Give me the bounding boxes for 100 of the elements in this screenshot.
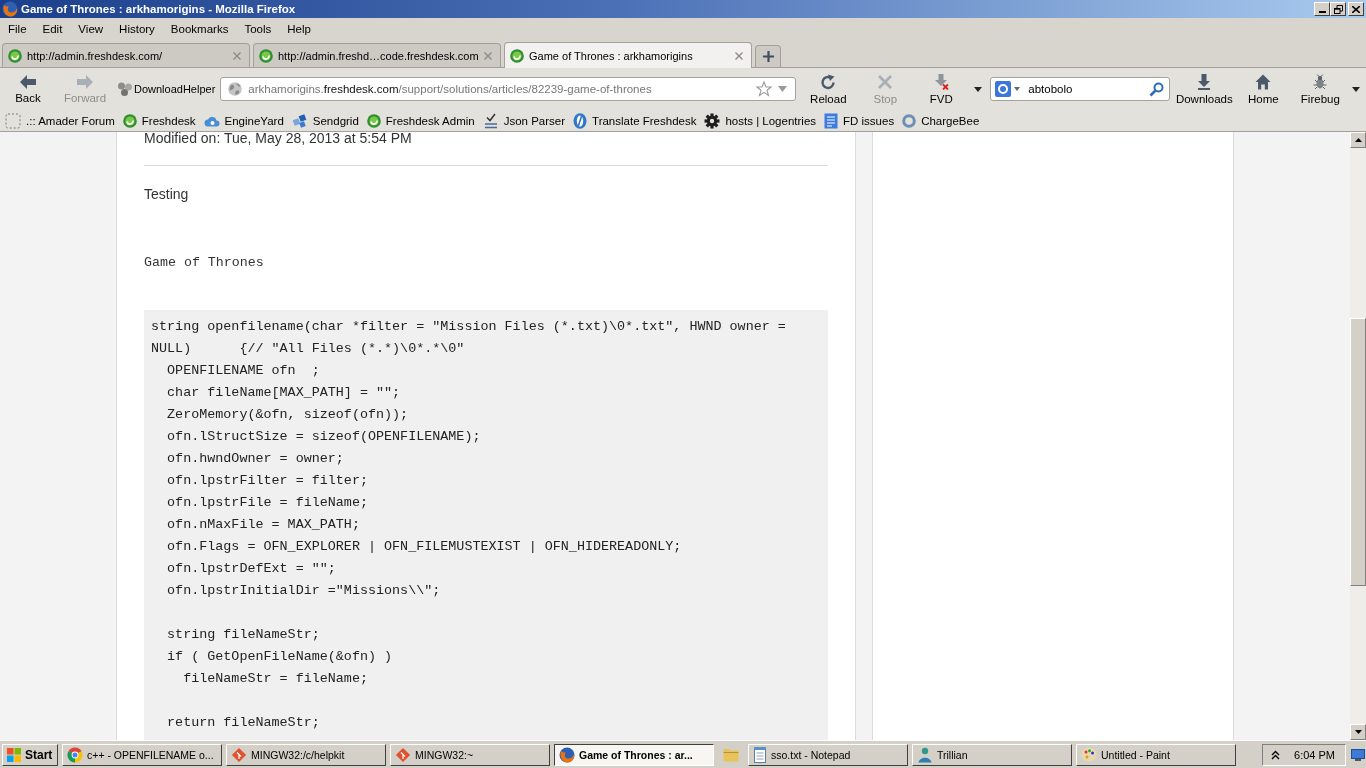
code-line: ofn.lpstrInitialDir ="Missions\\"; bbox=[166, 582, 441, 600]
caret-icon[interactable] bbox=[1014, 87, 1021, 91]
toolbar-button[interactable]: FVD bbox=[921, 71, 962, 107]
dashed-square-icon bbox=[5, 112, 21, 129]
code-line: ofn.hwndOwner = owner; bbox=[166, 450, 344, 468]
code-line: ofn.lpstrFilter = filter; bbox=[166, 472, 368, 490]
search-text[interactable]: abtobolo bbox=[1028, 83, 1073, 95]
bookmark-item[interactable]: Translate Freshdesk bbox=[573, 112, 697, 129]
url-text[interactable]: arkhamorigins.freshdesk.com/support/solutions/articles/82239-game-of-thrones bbox=[248, 83, 652, 95]
code-line: ofn.lpstrFile = fileName; bbox=[166, 494, 368, 512]
plus-icon bbox=[762, 51, 774, 62]
arrow-down-icon bbox=[1354, 730, 1362, 734]
menu-item[interactable]: Bookmarks bbox=[162, 21, 237, 37]
bookmark-item[interactable]: .:: Amader Forum bbox=[5, 112, 115, 129]
taskbar-button[interactable]: c++ - OPENFILENAME o... bbox=[62, 743, 222, 766]
close-icon[interactable] bbox=[735, 51, 743, 60]
code-line: if ( GetOpenFileName(&ofn) ) bbox=[166, 648, 393, 666]
toolbar-button[interactable]: DownloadHelper bbox=[117, 78, 216, 100]
swirl-icon bbox=[366, 113, 381, 128]
cloud-icon bbox=[203, 114, 220, 127]
x-icon bbox=[877, 73, 894, 90]
search-engine-icon[interactable] bbox=[995, 81, 1012, 97]
taskbar-button[interactable]: sso.txt - Notepad bbox=[748, 743, 908, 766]
segmented-circle-icon bbox=[67, 746, 83, 763]
globe-icon bbox=[228, 82, 243, 96]
bookmark-item[interactable]: Freshdesk Admin bbox=[366, 113, 475, 128]
oval-icon bbox=[573, 112, 588, 129]
window-title: Game of Thrones : arkhamorigins - Mozilla Firefox bbox=[21, 3, 296, 15]
minimize-icon bbox=[1318, 11, 1326, 13]
taskbar-button[interactable]: Trillian bbox=[912, 743, 1072, 766]
swirl-icon bbox=[122, 113, 137, 128]
clock: 6:04 PM bbox=[1294, 748, 1335, 761]
address-bar[interactable]: arkhamorigins.freshdesk.com/support/solutions/articles/82239-game-of-thrones bbox=[220, 77, 797, 101]
toolbar-button[interactable]: Reload bbox=[808, 71, 849, 107]
scrollbar-thumb[interactable] bbox=[1350, 318, 1366, 586]
bookmark-item[interactable]: EngineYard bbox=[203, 114, 284, 127]
code-line: string openfilename(char *filter = "Mission Files (*.txt)\0*.txt", HWND owner = bbox=[151, 318, 786, 336]
scroll-up-button[interactable] bbox=[1350, 132, 1366, 148]
bookmark-item[interactable]: Sendgrid bbox=[291, 112, 359, 129]
swirl-globe-icon bbox=[2, 1, 18, 17]
restore-icon bbox=[1333, 4, 1343, 14]
code-line: ofn.lpstrDefExt = ""; bbox=[166, 560, 336, 578]
taskbar-button[interactable]: Game of Thrones : ar... bbox=[554, 743, 714, 766]
start-button[interactable]: Start bbox=[2, 743, 58, 766]
code-line: string fileNameStr; bbox=[166, 626, 320, 644]
bookmark-item[interactable]: FD issues bbox=[824, 112, 895, 129]
caret-icon[interactable] bbox=[778, 86, 788, 92]
scroll-down-button[interactable] bbox=[1350, 724, 1366, 740]
balls-icon bbox=[117, 81, 133, 97]
menu-item[interactable]: History bbox=[111, 21, 163, 37]
menu-item[interactable]: Tools bbox=[236, 21, 280, 37]
palette-icon bbox=[1081, 747, 1097, 762]
code-line: OPENFILENAME ofn ; bbox=[166, 362, 320, 380]
caret-icon bbox=[1352, 86, 1361, 92]
swirl-icon bbox=[259, 48, 273, 63]
flag-icon bbox=[6, 746, 22, 763]
code-line: NULL) {// "All Files (*.*)\0*.*\0" bbox=[151, 340, 465, 358]
toolbar-button[interactable]: Back bbox=[8, 71, 48, 107]
close-button[interactable] bbox=[1348, 2, 1364, 16]
minimize-button[interactable] bbox=[1314, 2, 1330, 16]
download-error-icon bbox=[933, 73, 950, 90]
taskbar-button[interactable]: MINGW32:~ bbox=[390, 743, 550, 766]
reload-icon bbox=[820, 73, 837, 90]
arrow-down-icon bbox=[1196, 73, 1213, 90]
code-line: char fileName[MAX_PATH] = ""; bbox=[166, 384, 401, 402]
house-icon bbox=[1255, 73, 1272, 90]
ring-icon bbox=[902, 113, 917, 128]
browser-tab[interactable]: http://admin.freshdesk.com/ bbox=[2, 43, 250, 67]
chevron-up-icon[interactable] bbox=[1271, 749, 1281, 760]
toolbar-button[interactable]: Firebug bbox=[1298, 71, 1343, 107]
caret-icon bbox=[974, 86, 983, 92]
star-icon[interactable] bbox=[756, 81, 773, 97]
search-icon[interactable] bbox=[1149, 81, 1165, 97]
swirl-icon bbox=[510, 48, 524, 63]
taskbar-button[interactable]: MINGW32:/c/helpkit bbox=[226, 743, 386, 766]
menu-item[interactable]: View bbox=[70, 21, 112, 37]
bookmark-item[interactable]: Json Parser bbox=[482, 112, 566, 129]
code-line: ZeroMemory(&ofn, sizeof(ofn)); bbox=[166, 406, 409, 424]
document-icon bbox=[824, 112, 839, 129]
search-bar[interactable]: abtobolo bbox=[990, 77, 1171, 101]
toolbar-button[interactable]: Home bbox=[1243, 71, 1284, 107]
code-line: return fileNameStr; bbox=[166, 714, 320, 732]
browser-tab[interactable]: http://admin.freshd…code.freshdesk.com bbox=[253, 43, 501, 67]
restore-button[interactable] bbox=[1330, 2, 1346, 16]
menu-item[interactable]: Edit bbox=[34, 21, 71, 37]
bookmark-item[interactable]: ChargeBee bbox=[902, 113, 980, 128]
close-icon bbox=[1352, 5, 1360, 13]
swirl-icon bbox=[8, 48, 22, 63]
modified-date: Modified on: Tue, May 28, 2013 at 5:54 PM bbox=[144, 132, 412, 145]
code-line: ofn.Flags = OFN_EXPLORER | OFN_FILEMUSTEXIST | OFN_HIDEREADONLY; bbox=[166, 538, 682, 556]
menu-item[interactable]: Help bbox=[279, 21, 319, 37]
bookmark-item[interactable]: Freshdesk bbox=[122, 113, 196, 128]
browser-tab[interactable]: Game of Thrones : arkhamorigins bbox=[504, 42, 752, 68]
bug-icon bbox=[1312, 73, 1329, 90]
arrow-left-icon bbox=[20, 74, 36, 89]
article-text: Testing bbox=[144, 185, 189, 203]
menu-item[interactable]: File bbox=[0, 21, 35, 37]
new-tab-button[interactable] bbox=[755, 45, 781, 67]
bookmark-item[interactable]: hosts | Logentries bbox=[704, 112, 817, 129]
taskbar-button[interactable]: Untitled - Paint bbox=[1076, 743, 1236, 766]
